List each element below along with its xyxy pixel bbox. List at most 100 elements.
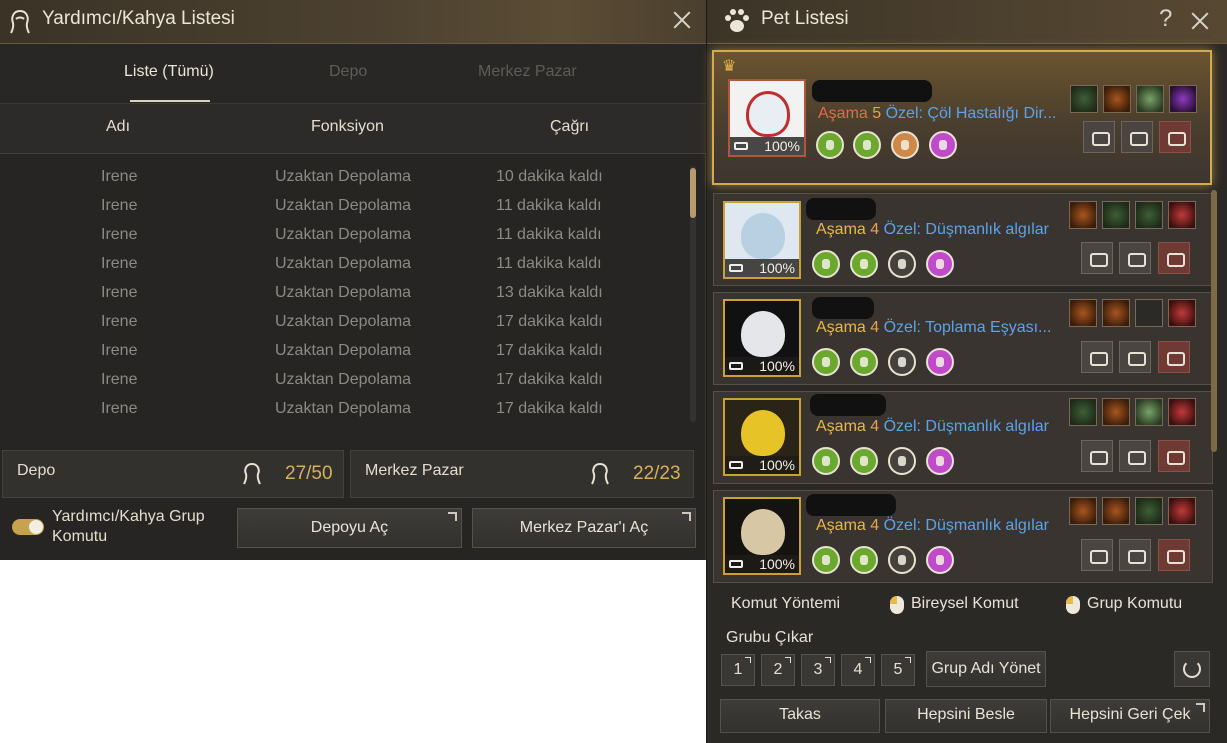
pet-name-redacted bbox=[806, 494, 896, 516]
popout-icon bbox=[745, 657, 751, 663]
pet-trait-icon bbox=[926, 348, 954, 376]
row-function: Uzaktan Depolama bbox=[275, 371, 412, 388]
pet-card[interactable]: 100% Aşama 4 Özel: Toplama Eşyası... bbox=[713, 292, 1213, 385]
tab-list-all[interactable]: Liste (Tümü) bbox=[124, 63, 214, 81]
pet-image bbox=[741, 311, 785, 357]
help-icon[interactable]: ? bbox=[1159, 5, 1172, 33]
row-name: Irene bbox=[101, 371, 138, 388]
toggle-knob bbox=[29, 520, 43, 534]
skill-icon bbox=[1069, 398, 1097, 426]
popout-icon bbox=[825, 657, 831, 663]
pet-name-redacted bbox=[812, 297, 874, 319]
recall-icon[interactable] bbox=[1158, 341, 1190, 373]
table-row[interactable]: Irene Uzaktan Depolama 11 dakika kaldı bbox=[0, 251, 690, 280]
skill-icon bbox=[1069, 299, 1097, 327]
paw-command-icon[interactable] bbox=[1119, 440, 1151, 472]
table-row[interactable]: Irene Uzaktan Depolama 11 dakika kaldı bbox=[0, 222, 690, 251]
col-call[interactable]: Çağrı bbox=[550, 118, 589, 136]
paw-command-icon[interactable] bbox=[1121, 121, 1153, 153]
pet-card[interactable]: 100% Aşama 4 Özel: Düşmanlık algılar bbox=[713, 490, 1213, 583]
pet-portrait: 100% bbox=[723, 398, 801, 476]
refresh-button[interactable] bbox=[1174, 651, 1210, 687]
recall-icon[interactable] bbox=[1158, 242, 1190, 274]
hunger-value: 100% bbox=[725, 555, 799, 573]
pet-card[interactable]: 100% Aşama 4 Özel: Düşmanlık algılar bbox=[713, 391, 1213, 484]
pet-card[interactable]: 100% Aşama 4 Özel: Düşmanlık algılar bbox=[713, 193, 1213, 286]
close-icon[interactable] bbox=[1188, 9, 1212, 33]
table-scroll-thumb[interactable] bbox=[690, 168, 696, 218]
pet-list-scrollbar[interactable] bbox=[1211, 190, 1217, 452]
helper-list-window: Yardımcı/Kahya Listesi Liste (Tümü) Depo… bbox=[0, 0, 706, 560]
manage-group-name-button[interactable]: Grup Adı Yönet bbox=[926, 651, 1046, 687]
table-header: Adı Fonksiyon Çağrı bbox=[0, 104, 706, 154]
pet-trait-icon bbox=[891, 131, 919, 159]
col-function[interactable]: Fonksiyon bbox=[311, 118, 384, 136]
pazar-count: 22/23 bbox=[633, 463, 681, 484]
paw-command-icon[interactable] bbox=[1119, 341, 1151, 373]
table-row[interactable]: Irene Uzaktan Depolama 10 dakika kaldı bbox=[0, 164, 690, 193]
table-row[interactable]: Irene Uzaktan Depolama 13 dakika kaldı bbox=[0, 280, 690, 309]
group-command-label[interactable]: Grup Komutu bbox=[1087, 595, 1182, 613]
bowl-icon bbox=[729, 264, 743, 272]
paw-command-icon[interactable] bbox=[1119, 539, 1151, 571]
col-name[interactable]: Adı bbox=[106, 118, 130, 136]
active-tab-indicator bbox=[130, 100, 210, 102]
pet-trait-icon bbox=[812, 447, 840, 475]
right-titlebar[interactable]: Pet Listesi ? bbox=[707, 0, 1227, 44]
table-row[interactable]: Irene Uzaktan Depolama 11 dakika kaldı bbox=[0, 193, 690, 222]
tab-depo[interactable]: Depo bbox=[329, 63, 367, 81]
skill-icon bbox=[1102, 299, 1130, 327]
close-icon[interactable] bbox=[670, 8, 694, 32]
skill-icon bbox=[1069, 497, 1097, 525]
row-name: Irene bbox=[101, 284, 138, 301]
trade-button[interactable]: Takas bbox=[720, 699, 880, 733]
table-row[interactable]: Irene Uzaktan Depolama 17 dakika kaldı bbox=[0, 367, 690, 396]
pazar-count-box: Merkez Pazar 22/23 bbox=[350, 450, 694, 498]
open-pazar-button[interactable]: Merkez Pazar'ı Aç bbox=[472, 508, 696, 548]
pet-name-redacted bbox=[812, 80, 932, 102]
feed-icon[interactable] bbox=[1081, 539, 1113, 571]
open-depo-button[interactable]: Depoyu Aç bbox=[237, 508, 462, 548]
row-function: Uzaktan Depolama bbox=[275, 400, 412, 417]
recall-icon[interactable] bbox=[1158, 440, 1190, 472]
pet-trait-icon bbox=[926, 546, 954, 574]
pet-trait-icon bbox=[816, 131, 844, 159]
group-4-button[interactable]: 4 bbox=[841, 654, 875, 686]
paw-command-icon[interactable] bbox=[1119, 242, 1151, 274]
pet-image bbox=[746, 91, 790, 137]
feed-icon[interactable] bbox=[1081, 242, 1113, 274]
feed-all-button[interactable]: Hepsini Besle bbox=[885, 699, 1047, 733]
table-row[interactable]: Irene Uzaktan Depolama 17 dakika kaldı bbox=[0, 309, 690, 338]
empty-area bbox=[0, 560, 706, 743]
pet-card[interactable]: ♛ 100% Aşama 5 Özel: Çöl Hastalığı Dir..… bbox=[712, 50, 1212, 185]
individual-command-label[interactable]: Bireysel Komut bbox=[911, 595, 1019, 613]
group-2-button[interactable]: 2 bbox=[761, 654, 795, 686]
group-5-button[interactable]: 5 bbox=[881, 654, 915, 686]
recall-icon[interactable] bbox=[1159, 121, 1191, 153]
pet-image bbox=[741, 213, 785, 259]
row-name: Irene bbox=[101, 400, 138, 417]
table-row[interactable]: Irene Uzaktan Depolama 17 dakika kaldı bbox=[0, 396, 690, 425]
row-name: Irene bbox=[101, 313, 138, 330]
group-1-button[interactable]: 1 bbox=[721, 654, 755, 686]
left-titlebar[interactable]: Yardımcı/Kahya Listesi bbox=[0, 0, 706, 44]
pet-name-redacted bbox=[810, 394, 886, 416]
recall-icon[interactable] bbox=[1158, 539, 1190, 571]
group-3-button[interactable]: 3 bbox=[801, 654, 835, 686]
right-title: Pet Listesi bbox=[761, 8, 849, 29]
hunger-value: 100% bbox=[725, 357, 799, 375]
group-command-label: Yardımcı/Kahya Grup Komutu bbox=[52, 508, 205, 545]
feed-icon[interactable] bbox=[1083, 121, 1115, 153]
recall-all-button[interactable]: Hepsini Geri Çek bbox=[1050, 699, 1210, 733]
feed-icon[interactable] bbox=[1081, 341, 1113, 373]
row-function: Uzaktan Depolama bbox=[275, 284, 412, 301]
row-name: Irene bbox=[101, 342, 138, 359]
row-name: Irene bbox=[101, 168, 138, 185]
tab-merkez-pazar[interactable]: Merkez Pazar bbox=[478, 63, 577, 81]
feed-icon[interactable] bbox=[1081, 440, 1113, 472]
row-call: 13 dakika kaldı bbox=[496, 284, 603, 301]
pet-trait-icon bbox=[888, 348, 916, 376]
crown-icon: ♛ bbox=[722, 58, 737, 75]
pet-trait-icon bbox=[812, 348, 840, 376]
table-row[interactable]: Irene Uzaktan Depolama 17 dakika kaldı bbox=[0, 338, 690, 367]
